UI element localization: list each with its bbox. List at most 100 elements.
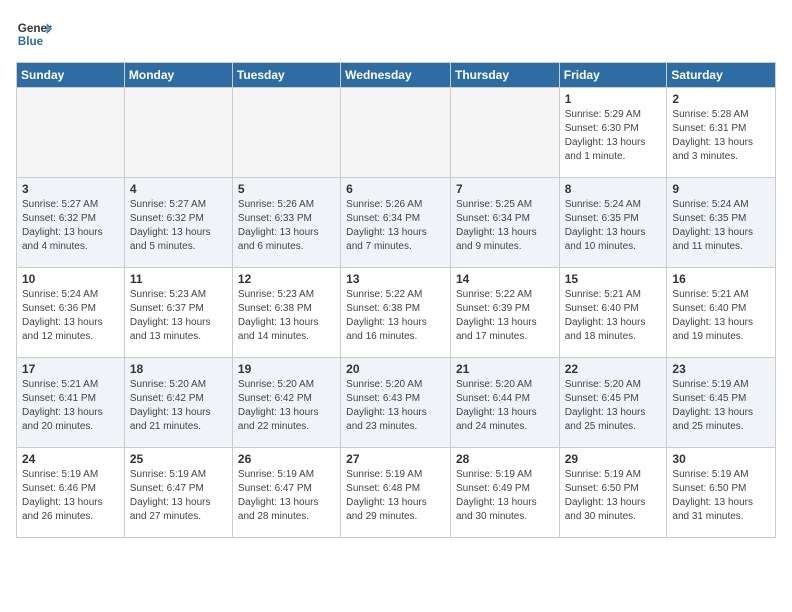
calendar-cell: 21Sunrise: 5:20 AM Sunset: 6:44 PM Dayli… [450,358,559,448]
day-number: 5 [238,182,335,196]
logo: General Blue [16,16,52,52]
day-number: 2 [672,92,770,106]
day-info: Sunrise: 5:19 AM Sunset: 6:48 PM Dayligh… [346,468,445,524]
calendar-cell [232,88,340,178]
calendar-table: SundayMondayTuesdayWednesdayThursdayFrid… [16,62,776,538]
day-info: Sunrise: 5:23 AM Sunset: 6:38 PM Dayligh… [238,288,335,344]
calendar-cell: 23 Sunrise: 5:19 AM Sunset: 6:45 PM Dayli… [667,358,776,448]
day-info: Sunrise: 5:19 AM Sunset: 6:46 PM Dayligh… [22,468,119,524]
col-header-wednesday: Wednesday [341,63,451,88]
day-info: Sunrise: 5:22 AM Sunset: 6:39 PM Dayligh… [456,288,554,344]
col-header-thursday: Thursday [450,63,559,88]
day-number: 23 [672,362,770,376]
calendar-cell: 8 Sunrise: 5:24 AM Sunset: 6:35 PM Daylig… [559,178,667,268]
calendar-header-row: SundayMondayTuesdayWednesdayThursdayFrid… [17,63,776,88]
day-info: Sunrise: 5:19 AM Sunset: 6:50 PM Dayligh… [672,468,770,524]
day-info: Sunrise: 5:20 AM Sunset: 6:44 PM Dayligh… [456,378,554,434]
calendar-cell: 20 Sunrise: 5:20 AM Sunset: 6:43 PM Dayli… [341,358,451,448]
calendar-cell: 4 Sunrise: 5:27 AM Sunset: 6:32 PM Daylig… [124,178,232,268]
calendar-cell: 15 Sunrise: 5:21 AM Sunset: 6:40 PM Dayli… [559,268,667,358]
calendar-cell: 10 Sunrise: 5:24 AM Sunset: 6:36 PM Dayli… [17,268,125,358]
calendar-cell: 14Sunrise: 5:22 AM Sunset: 6:39 PM Dayli… [450,268,559,358]
day-number: 22 [565,362,662,376]
day-info: Sunrise: 5:20 AM Sunset: 6:42 PM Dayligh… [238,378,335,434]
calendar-cell [17,88,125,178]
day-info: Sunrise: 5:27 AM Sunset: 6:32 PM Dayligh… [130,198,227,254]
day-info: Sunrise: 5:26 AM Sunset: 6:33 PM Dayligh… [238,198,335,254]
day-number: 6 [346,182,445,196]
day-number: 13 [346,272,445,286]
day-info: Sunrise: 5:27 AM Sunset: 6:32 PM Dayligh… [22,198,119,254]
logo-icon: General Blue [16,16,52,52]
col-header-sunday: Sunday [17,63,125,88]
day-number: 29 [565,452,662,466]
day-info: Sunrise: 5:25 AM Sunset: 6:34 PM Dayligh… [456,198,554,254]
svg-text:Blue: Blue [18,35,44,48]
day-info: Sunrise: 5:24 AM Sunset: 6:36 PM Dayligh… [22,288,119,344]
day-info: Sunrise: 5:24 AM Sunset: 6:35 PM Dayligh… [672,198,770,254]
day-number: 15 [565,272,662,286]
col-header-friday: Friday [559,63,667,88]
calendar-week-row: 17Sunrise: 5:21 AM Sunset: 6:41 PM Dayli… [17,358,776,448]
calendar-cell: 11 Sunrise: 5:23 AM Sunset: 6:37 PM Dayli… [124,268,232,358]
day-number: 11 [130,272,227,286]
calendar-cell: 18 Sunrise: 5:20 AM Sunset: 6:42 PM Dayli… [124,358,232,448]
day-number: 8 [565,182,662,196]
calendar-cell: 3 Sunrise: 5:27 AM Sunset: 6:32 PM Daylig… [17,178,125,268]
day-number: 12 [238,272,335,286]
calendar-cell: 9 Sunrise: 5:24 AM Sunset: 6:35 PM Daylig… [667,178,776,268]
calendar-cell: 6 Sunrise: 5:26 AM Sunset: 6:34 PM Daylig… [341,178,451,268]
calendar-cell: 19Sunrise: 5:20 AM Sunset: 6:42 PM Dayli… [232,358,340,448]
day-info: Sunrise: 5:19 AM Sunset: 6:47 PM Dayligh… [130,468,227,524]
day-info: Sunrise: 5:20 AM Sunset: 6:45 PM Dayligh… [565,378,662,434]
day-number: 24 [22,452,119,466]
day-number: 16 [672,272,770,286]
day-info: Sunrise: 5:29 AM Sunset: 6:30 PM Dayligh… [565,108,662,164]
day-number: 26 [238,452,335,466]
calendar-cell: 22 Sunrise: 5:20 AM Sunset: 6:45 PM Dayli… [559,358,667,448]
day-number: 9 [672,182,770,196]
day-number: 30 [672,452,770,466]
day-info: Sunrise: 5:21 AM Sunset: 6:40 PM Dayligh… [672,288,770,344]
calendar-cell: 27 Sunrise: 5:19 AM Sunset: 6:48 PM Dayli… [341,448,451,538]
col-header-monday: Monday [124,63,232,88]
calendar-cell: 5 Sunrise: 5:26 AM Sunset: 6:33 PM Daylig… [232,178,340,268]
calendar-cell: 29Sunrise: 5:19 AM Sunset: 6:50 PM Dayli… [559,448,667,538]
calendar-cell: 12 Sunrise: 5:23 AM Sunset: 6:38 PM Dayli… [232,268,340,358]
col-header-tuesday: Tuesday [232,63,340,88]
calendar-cell [341,88,451,178]
day-info: Sunrise: 5:28 AM Sunset: 6:31 PM Dayligh… [672,108,770,164]
day-number: 25 [130,452,227,466]
col-header-saturday: Saturday [667,63,776,88]
calendar-cell: 13 Sunrise: 5:22 AM Sunset: 6:38 PM Dayli… [341,268,451,358]
day-info: Sunrise: 5:24 AM Sunset: 6:35 PM Dayligh… [565,198,662,254]
day-number: 17 [22,362,119,376]
day-info: Sunrise: 5:21 AM Sunset: 6:40 PM Dayligh… [565,288,662,344]
day-info: Sunrise: 5:20 AM Sunset: 6:42 PM Dayligh… [130,378,227,434]
calendar-cell: 28Sunrise: 5:19 AM Sunset: 6:49 PM Dayli… [450,448,559,538]
day-info: Sunrise: 5:20 AM Sunset: 6:43 PM Dayligh… [346,378,445,434]
calendar-week-row: 3 Sunrise: 5:27 AM Sunset: 6:32 PM Daylig… [17,178,776,268]
day-number: 28 [456,452,554,466]
calendar-cell: 16 Sunrise: 5:21 AM Sunset: 6:40 PM Dayli… [667,268,776,358]
day-number: 3 [22,182,119,196]
day-number: 18 [130,362,227,376]
day-info: Sunrise: 5:19 AM Sunset: 6:45 PM Dayligh… [672,378,770,434]
day-number: 7 [456,182,554,196]
day-info: Sunrise: 5:19 AM Sunset: 6:47 PM Dayligh… [238,468,335,524]
calendar-cell: 24 Sunrise: 5:19 AM Sunset: 6:46 PM Dayli… [17,448,125,538]
calendar-cell: 26 Sunrise: 5:19 AM Sunset: 6:47 PM Dayli… [232,448,340,538]
day-number: 10 [22,272,119,286]
day-number: 27 [346,452,445,466]
day-number: 1 [565,92,662,106]
calendar-cell [450,88,559,178]
calendar-week-row: 10 Sunrise: 5:24 AM Sunset: 6:36 PM Dayli… [17,268,776,358]
day-info: Sunrise: 5:23 AM Sunset: 6:37 PM Dayligh… [130,288,227,344]
calendar-week-row: 24 Sunrise: 5:19 AM Sunset: 6:46 PM Dayli… [17,448,776,538]
calendar-cell: 2 Sunrise: 5:28 AM Sunset: 6:31 PM Daylig… [667,88,776,178]
day-number: 20 [346,362,445,376]
calendar-cell: 1 Sunrise: 5:29 AM Sunset: 6:30 PM Daylig… [559,88,667,178]
day-info: Sunrise: 5:22 AM Sunset: 6:38 PM Dayligh… [346,288,445,344]
day-info: Sunrise: 5:26 AM Sunset: 6:34 PM Dayligh… [346,198,445,254]
day-number: 4 [130,182,227,196]
